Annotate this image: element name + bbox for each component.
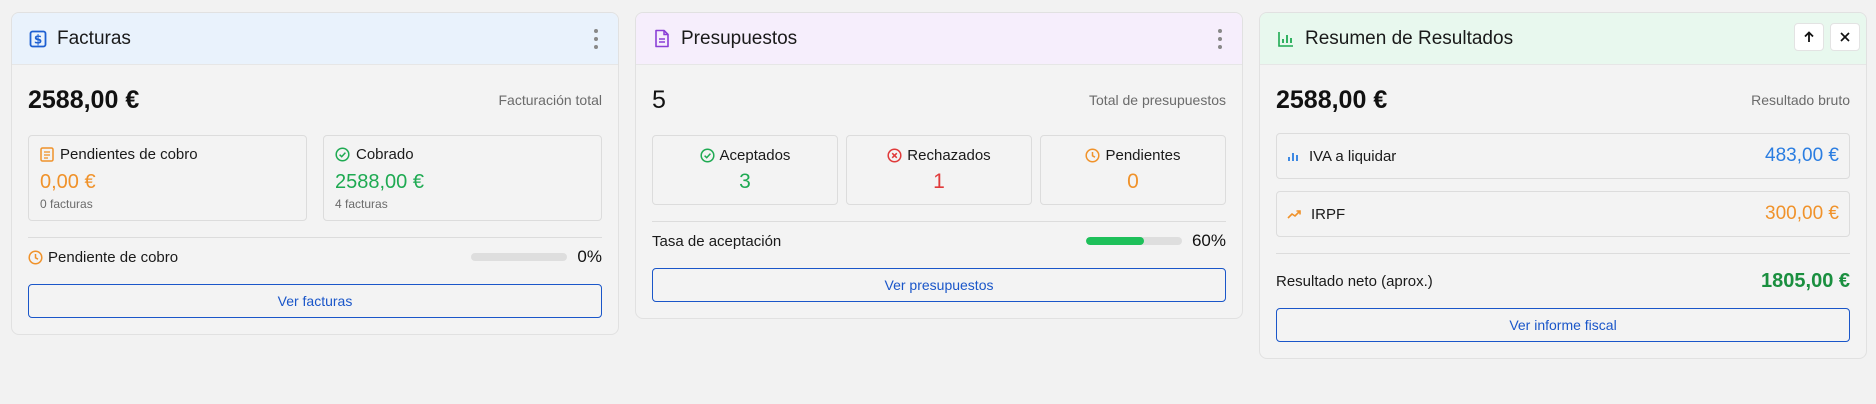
collected-box: Cobrado 2588,00 € 4 facturas — [323, 135, 602, 221]
pending-collection-label: Pendientes de cobro — [60, 146, 198, 163]
svg-text:$: $ — [34, 32, 42, 46]
resumen-body: 2588,00 € Resultado bruto IVA a liquidar… — [1260, 65, 1866, 358]
collected-count: 4 facturas — [335, 197, 388, 211]
pending-progress-percent: 0% — [577, 247, 602, 266]
dollar-document-icon: $ — [28, 29, 48, 49]
iva-label: IVA a liquidar — [1309, 147, 1397, 165]
accepted-count: 3 — [739, 169, 751, 193]
view-invoices-button[interactable]: Ver facturas — [28, 284, 602, 318]
collected-label: Cobrado — [356, 146, 414, 163]
pending-count: 0 — [1127, 169, 1139, 193]
irpf-label: IRPF — [1311, 205, 1346, 223]
presupuestos-total-label: Total de presupuestos — [1089, 92, 1226, 108]
presupuestos-header: Presupuestos — [636, 13, 1242, 65]
resumen-title: Resumen de Resultados — [1305, 27, 1514, 49]
clock-icon — [1085, 147, 1101, 163]
trending-up-icon — [1287, 209, 1301, 219]
pending-progress-label: Pendiente de cobro — [48, 248, 179, 266]
presupuestos-card: Presupuestos 5 Total de presupuestos Ace… — [635, 12, 1243, 319]
arrow-up-icon — [1802, 30, 1816, 44]
presupuestos-total: 5 — [652, 85, 666, 114]
facturas-card: $ Facturas 2588,00 € Facturación total P… — [11, 12, 619, 335]
collected-amount: 2588,00 € — [335, 171, 424, 193]
facturas-title: Facturas — [57, 27, 131, 49]
move-up-button[interactable] — [1794, 23, 1824, 51]
gross-result-label: Resultado bruto — [1751, 92, 1850, 108]
accepted-box: Aceptados 3 — [652, 135, 838, 205]
resumen-header: Resumen de Resultados — [1260, 13, 1866, 65]
check-circle-icon — [699, 147, 715, 163]
acceptance-rate-percent: 60% — [1191, 231, 1226, 250]
bar-chart-icon — [1287, 150, 1299, 162]
document-icon — [652, 29, 672, 49]
pending-label: Pendientes — [1105, 146, 1181, 164]
close-icon — [1839, 31, 1851, 43]
facturas-body: 2588,00 € Facturación total Pendientes d… — [12, 65, 618, 334]
iva-row: IVA a liquidar 483,00 € — [1276, 133, 1850, 179]
pending-progress-row: Pendiente de cobro 0% — [28, 238, 602, 276]
check-circle-icon — [335, 147, 350, 162]
rejected-label: Rechazados — [907, 146, 991, 164]
iva-amount: 483,00 € — [1765, 145, 1839, 166]
accepted-label: Aceptados — [719, 146, 791, 164]
resumen-card: Resumen de Resultados 2588,00 € Resultad… — [1259, 12, 1867, 359]
receipt-icon — [40, 147, 54, 162]
rejected-count: 1 — [933, 169, 945, 193]
acceptance-rate-row: Tasa de aceptación 60% — [652, 222, 1226, 260]
x-circle-icon — [887, 147, 902, 163]
pending-box: Pendientes 0 — [1040, 135, 1226, 205]
net-result-row: Resultado neto (aprox.) 1805,00 € — [1276, 254, 1850, 308]
facturas-total-label: Facturación total — [498, 92, 603, 108]
rejected-box: Rechazados 1 — [846, 135, 1032, 205]
view-tax-report-button[interactable]: Ver informe fiscal — [1276, 308, 1850, 342]
gross-result: 2588,00 € — [1276, 85, 1388, 114]
close-button[interactable] — [1830, 23, 1860, 51]
irpf-amount: 300,00 € — [1765, 203, 1839, 224]
pending-collection-amount: 0,00 € — [40, 171, 96, 193]
pending-progress-bar — [471, 253, 568, 261]
net-result-amount: 1805,00 € — [1761, 269, 1850, 292]
presupuestos-menu-icon[interactable] — [1216, 29, 1224, 49]
facturas-menu-icon[interactable] — [592, 29, 600, 49]
presupuestos-title: Presupuestos — [681, 27, 798, 49]
presupuestos-body: 5 Total de presupuestos Aceptados 3 Rech… — [636, 65, 1242, 318]
facturas-header: $ Facturas — [12, 13, 618, 65]
bar-chart-icon — [1276, 29, 1296, 49]
acceptance-rate-bar — [1085, 237, 1182, 245]
clock-icon — [28, 249, 43, 265]
acceptance-rate-label: Tasa de aceptación — [652, 232, 782, 250]
irpf-row: IRPF 300,00 € — [1276, 191, 1850, 237]
view-quotes-button[interactable]: Ver presupuestos — [652, 268, 1226, 302]
pending-collection-count: 0 facturas — [40, 197, 93, 211]
facturas-total: 2588,00 € — [28, 85, 140, 114]
net-result-label: Resultado neto (aprox.) — [1276, 272, 1433, 290]
pending-collection-box: Pendientes de cobro 0,00 € 0 facturas — [28, 135, 307, 221]
